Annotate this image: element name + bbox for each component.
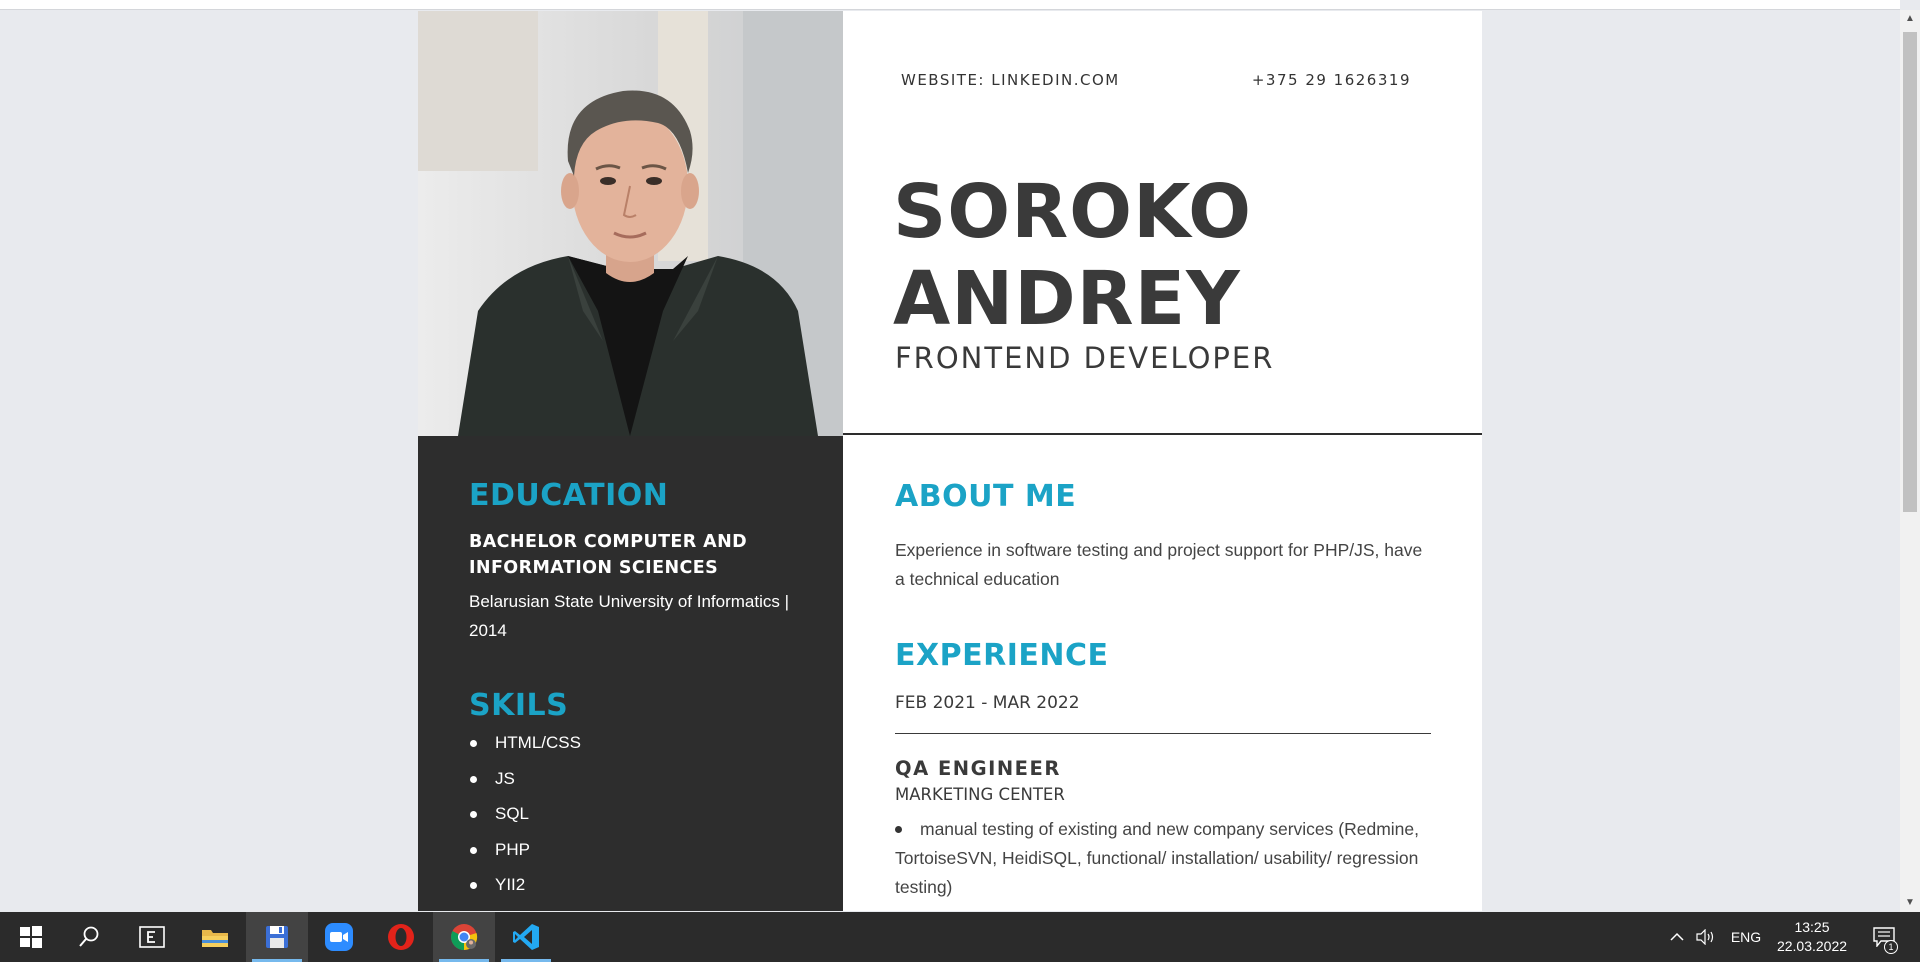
experience-divider — [895, 733, 1431, 734]
language-indicator[interactable]: ENG — [1726, 912, 1766, 962]
skills-title: SKILS — [469, 688, 569, 723]
language-label: ENG — [1730, 929, 1762, 945]
start-button[interactable] — [0, 912, 62, 962]
full-name: SOROKO ANDREY — [893, 169, 1252, 343]
clock-time: 13:25 — [1794, 919, 1830, 935]
scroll-up-arrow-icon[interactable]: ▲ — [1900, 10, 1920, 28]
save-app-button[interactable] — [246, 912, 308, 962]
sidebar: EDUCATION BACHELOR COMPUTER AND INFORMAT… — [418, 436, 843, 911]
task-view-icon — [139, 926, 165, 948]
main-content: ABOUT ME Experience in software testing … — [895, 479, 1431, 902]
skill-item: JS — [469, 768, 799, 804]
duty-item: manual testing of existing and new compa… — [895, 815, 1431, 902]
chrome-icon — [451, 924, 478, 951]
skill-item: SQL — [469, 803, 799, 839]
speaker-icon — [1696, 929, 1714, 945]
about-text: Experience in software testing and proje… — [895, 540, 1423, 589]
experience-job-title: QA ENGINEER — [895, 757, 1061, 780]
website-contact: WEBSITE: LINKEDIN.COM — [901, 71, 1120, 89]
name-line-surname: SOROKO — [893, 169, 1253, 255]
about-title: ABOUT ME — [895, 479, 1077, 514]
skill-item: HTML/CSS — [469, 732, 799, 768]
experience-company: MARKETING CENTER — [895, 785, 1065, 804]
education-title: EDUCATION — [469, 478, 669, 513]
file-explorer-button[interactable] — [184, 912, 246, 962]
vertical-scrollbar[interactable]: ▲ ▼ — [1900, 10, 1920, 912]
file-explorer-icon — [202, 930, 228, 947]
zoom-icon — [325, 923, 353, 951]
phone-contact: +375 29 1626319 — [1251, 71, 1411, 89]
scroll-thumb[interactable] — [1903, 32, 1917, 512]
experience-title: EXPERIENCE — [895, 638, 1109, 673]
volume-button[interactable] — [1692, 912, 1720, 962]
chrome-button[interactable] — [433, 912, 495, 962]
skill-item: PHP — [469, 839, 799, 875]
vscode-button[interactable] — [495, 912, 557, 962]
clock-date: 22.03.2022 — [1776, 938, 1848, 954]
name-line-given: ANDREY — [893, 256, 1241, 342]
notifications-button[interactable]: 1 — [1864, 912, 1904, 962]
start-icon — [20, 926, 42, 948]
opera-button[interactable] — [370, 912, 432, 962]
opera-icon — [388, 924, 414, 950]
skills-list: HTML/CSS JS SQL PHP YII2 — [469, 732, 799, 910]
education-degree: BACHELOR COMPUTER AND INFORMATION SCIENC… — [469, 532, 748, 578]
show-hidden-icons-button[interactable] — [1664, 912, 1690, 962]
vscode-icon — [513, 924, 539, 950]
scroll-down-arrow-icon[interactable]: ▼ — [1900, 894, 1920, 912]
search-icon — [79, 926, 99, 947]
save-app-icon — [266, 926, 288, 948]
education-school: Belarusian State University of Informati… — [469, 592, 789, 640]
skill-item: YII2 — [469, 874, 799, 910]
resume-page: EDUCATION BACHELOR COMPUTER AND INFORMAT… — [418, 11, 1482, 911]
resume-header: WEBSITE: LINKEDIN.COM +375 29 1626319 SO… — [843, 11, 1482, 435]
browser-top-edge — [0, 0, 1900, 10]
taskbar: ENG 13:25 22.03.2022 1 — [0, 912, 1920, 962]
search-button[interactable] — [58, 912, 120, 962]
clock[interactable]: 13:25 22.03.2022 — [1764, 918, 1860, 956]
experience-dates: FEB 2021 - MAR 2022 — [895, 693, 1080, 713]
notification-count-badge: 1 — [1884, 940, 1898, 954]
chevron-up-icon — [1670, 932, 1684, 941]
profile-photo — [418, 11, 843, 436]
job-role: FRONTEND DEVELOPER — [895, 341, 1275, 375]
duties-list: manual testing of existing and new compa… — [895, 815, 1431, 902]
zoom-button[interactable] — [308, 912, 370, 962]
task-view-button[interactable] — [121, 912, 183, 962]
